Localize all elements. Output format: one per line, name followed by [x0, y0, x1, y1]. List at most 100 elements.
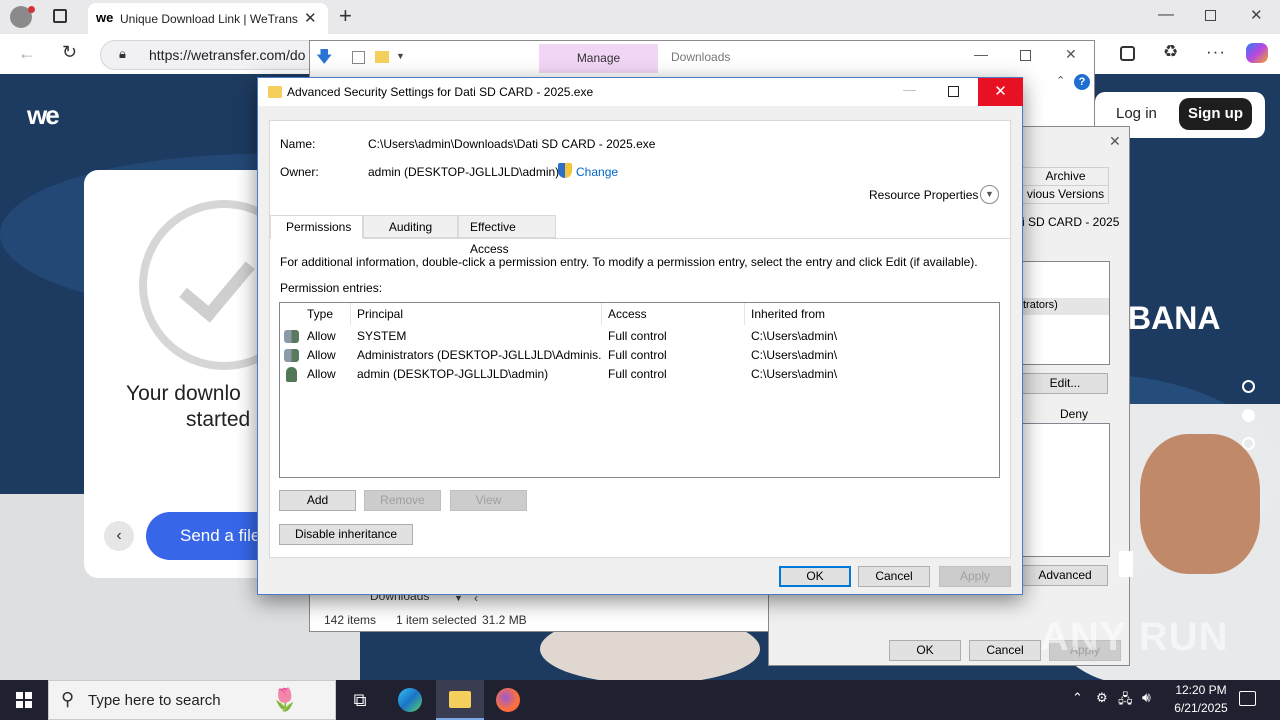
explorer-close-icon[interactable]: ✕: [1065, 46, 1077, 63]
view-button[interactable]: View: [450, 490, 527, 511]
taskbar-search-box[interactable]: ⚲ Type here to search 🌷: [48, 680, 336, 720]
column-header-type[interactable]: Type: [301, 303, 351, 325]
resource-properties-label[interactable]: Resource Properties: [869, 188, 978, 202]
tab-permissions[interactable]: Permissions: [270, 215, 363, 239]
disable-inheritance-button[interactable]: Disable inheritance: [279, 524, 413, 545]
browser-tab[interactable]: we Unique Download Link | WeTransfer ✕: [88, 3, 328, 34]
anyrun-watermark: ANY RUN: [1040, 615, 1229, 659]
props-tab-archive[interactable]: Archive: [1022, 167, 1109, 186]
folder-qa-icon[interactable]: [375, 51, 389, 63]
download-started-line1: Your downlo: [126, 382, 241, 405]
help-icon[interactable]: ?: [1074, 74, 1090, 90]
remove-button[interactable]: Remove: [364, 490, 441, 511]
edge-icon: [398, 688, 422, 712]
props-edit-button[interactable]: Edit...: [1022, 373, 1108, 394]
carousel-dot-3[interactable]: [1242, 437, 1255, 450]
change-owner-link[interactable]: Change: [576, 165, 618, 179]
shield-icon: [558, 163, 572, 178]
column-header-principal[interactable]: Principal: [351, 303, 602, 325]
notifications-icon[interactable]: [1239, 691, 1256, 706]
column-header-inherited[interactable]: Inherited from: [745, 303, 999, 325]
tab-close-icon[interactable]: ✕: [304, 9, 317, 27]
new-tab-icon[interactable]: +: [339, 3, 352, 29]
tulip-icon: 🌷: [271, 687, 299, 712]
firefox-icon: [496, 688, 520, 712]
firefox-taskbar-button[interactable]: [484, 680, 532, 720]
close-icon: ✕: [994, 83, 1007, 100]
statusbar-size: 31.2 MB: [482, 613, 527, 627]
device-icon[interactable]: ⚙: [1096, 690, 1108, 706]
permission-entries-list[interactable]: Type Principal Access Inherited from All…: [279, 302, 1000, 478]
extensions-icon[interactable]: ♻: [1163, 42, 1178, 62]
row-type: Allow: [307, 367, 336, 381]
refresh-icon[interactable]: ↻: [62, 42, 77, 63]
add-button[interactable]: Add: [279, 490, 356, 511]
tab-strip: Permissions Auditing Effective Access: [270, 215, 1010, 256]
prev-versions-label: vious Versions: [1026, 187, 1105, 201]
tab-effective-access[interactable]: Effective Access: [458, 215, 556, 256]
folder-icon: [268, 86, 282, 98]
props-ok-button[interactable]: OK: [889, 640, 961, 661]
back-icon[interactable]: ←: [18, 43, 36, 64]
task-view-button[interactable]: ⧉: [336, 680, 384, 720]
statusbar-selection: 1 item selected: [396, 613, 477, 627]
tab-auditing[interactable]: Auditing: [363, 215, 458, 238]
explorer-maximize-icon[interactable]: [1020, 50, 1031, 61]
explorer-minimize-icon[interactable]: —: [974, 46, 988, 62]
props-advanced-button[interactable]: Advanced: [1022, 565, 1108, 586]
file-explorer-taskbar-button[interactable]: [436, 680, 484, 720]
properties-qa-icon[interactable]: [352, 51, 365, 64]
address-bar[interactable]: 🔒︎ https://wetransfer.com/do: [100, 40, 330, 70]
back-arrow-button[interactable]: ‹: [104, 521, 134, 551]
notification-dot: [28, 6, 35, 13]
search-placeholder: Type here to search: [88, 692, 221, 709]
props-group-list[interactable]: trators): [1022, 261, 1110, 365]
close-browser-icon[interactable]: ✕: [1250, 6, 1263, 24]
network-icon[interactable]: 🖧: [1118, 690, 1133, 712]
row-inherited: C:\Users\admin\: [751, 329, 838, 343]
maximize-browser-icon[interactable]: [1205, 10, 1216, 21]
copilot-icon[interactable]: [1246, 43, 1268, 63]
permission-row-system[interactable]: Allow SYSTEM Full control C:\Users\admin…: [280, 327, 998, 346]
apply-button[interactable]: Apply: [939, 566, 1011, 587]
tab-title: Unique Download Link | WeTransfer: [120, 12, 298, 26]
carousel-dot-2[interactable]: [1242, 409, 1255, 422]
clock-date[interactable]: 6/21/2025: [1170, 701, 1232, 715]
send-file-label: Send a file: [180, 526, 261, 545]
dialog-close-button[interactable]: ✕: [978, 78, 1023, 106]
chevron-down-icon[interactable]: ▼: [980, 185, 999, 204]
ribbon-collapse-icon[interactable]: ⌃: [1056, 74, 1065, 87]
login-link[interactable]: Log in: [1116, 105, 1157, 122]
start-button[interactable]: [0, 680, 48, 720]
props-cancel-button[interactable]: Cancel: [969, 640, 1041, 661]
props-tab-previous-versions[interactable]: vious Versions: [1022, 185, 1109, 204]
dialog-maximize-icon[interactable]: [948, 86, 959, 97]
dialog-minimize-icon[interactable]: —: [903, 82, 916, 97]
carousel-dot-1[interactable]: [1242, 380, 1255, 393]
manage-label: Manage: [576, 51, 621, 65]
props-close-icon[interactable]: ✕: [1109, 133, 1121, 150]
qa-dropdown-icon[interactable]: ▼: [396, 51, 405, 61]
volume-icon[interactable]: 🔊︎: [1142, 689, 1151, 706]
ribbon-tab-manage[interactable]: Manage: [539, 44, 658, 73]
ok-button[interactable]: OK: [779, 566, 851, 587]
permission-row-administrators[interactable]: Allow Administrators (DESKTOP-JGLLJLD\Ad…: [280, 346, 998, 365]
props-group-item[interactable]: trators): [1023, 299, 1058, 311]
row-principal: SYSTEM: [357, 329, 407, 343]
tab-actions-icon[interactable]: [53, 9, 67, 23]
permission-row-admin[interactable]: Allow admin (DESKTOP-JGLLJLD\admin) Full…: [280, 365, 998, 384]
row-inherited: C:\Users\admin\: [751, 348, 838, 362]
tab-auditing-label: Auditing: [388, 220, 433, 234]
ribbon-tab-downloads[interactable]: Downloads: [671, 50, 730, 64]
edge-taskbar-button[interactable]: [386, 680, 434, 720]
row-principal: admin (DESKTOP-JGLLJLD\admin): [357, 367, 549, 381]
cancel-button[interactable]: Cancel: [858, 566, 930, 587]
clock-time[interactable]: 12:20 PM: [1170, 683, 1232, 697]
wetransfer-logo[interactable]: we: [27, 100, 60, 131]
signup-button[interactable]: Sign up: [1179, 98, 1252, 130]
column-header-access[interactable]: Access: [602, 303, 745, 325]
collections-icon[interactable]: [1120, 46, 1135, 61]
minimize-browser-icon[interactable]: —: [1158, 6, 1174, 24]
more-options-icon[interactable]: ···: [1206, 42, 1226, 62]
show-hidden-icons[interactable]: ⌃: [1072, 690, 1083, 706]
